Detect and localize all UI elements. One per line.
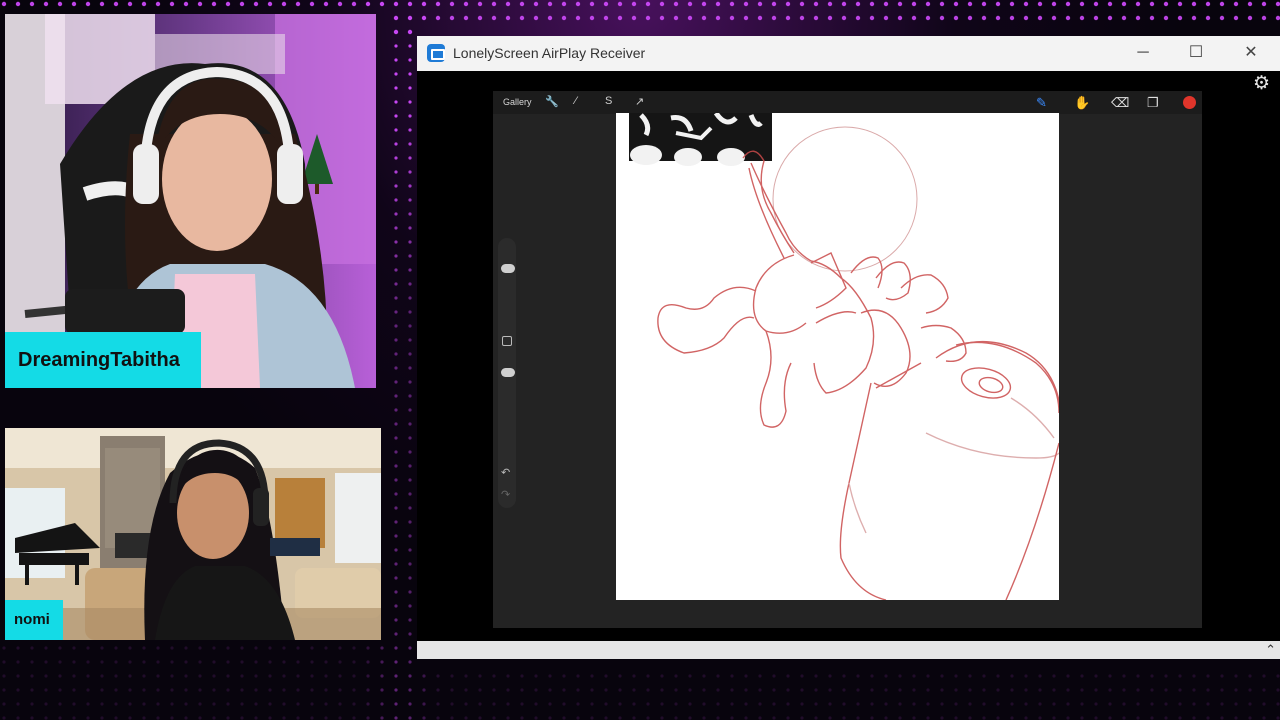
window-titlebar[interactable]: LonelyScreen AirPlay Receiver ─ ☐ ✕: [417, 36, 1280, 71]
undo-button[interactable]: ↶: [501, 466, 510, 479]
color-swatch[interactable]: [1183, 96, 1196, 109]
chevron-up-icon[interactable]: ⌃: [1265, 641, 1276, 659]
gear-icon[interactable]: ⚙: [1253, 74, 1270, 94]
smudge-icon[interactable]: ✋: [1074, 95, 1090, 111]
brush-size-slider[interactable]: [501, 264, 515, 273]
procreate-toolbar: Gallery 🔧 ⁄ S ↗ ✎ ✋ ⌫ ❐: [493, 91, 1202, 114]
magic-wand-icon[interactable]: ⁄: [575, 95, 577, 107]
close-button[interactable]: ✕: [1239, 42, 1263, 64]
layers-icon[interactable]: ❐: [1147, 95, 1159, 111]
selection-icon[interactable]: S: [605, 95, 612, 107]
eraser-icon[interactable]: ⌫: [1111, 95, 1129, 111]
reference-image: [629, 113, 772, 166]
brush-icon[interactable]: ✎: [1036, 95, 1047, 111]
airplay-receiver-window[interactable]: LonelyScreen AirPlay Receiver ─ ☐ ✕ ⚙ Ga…: [417, 36, 1280, 659]
minimize-button[interactable]: ─: [1131, 42, 1155, 64]
stream-overlay: DreamingTabitha nomi LonelyScreen AirPla…: [0, 0, 1280, 720]
modify-button[interactable]: [502, 336, 512, 346]
wrench-icon[interactable]: 🔧: [545, 95, 559, 108]
window-title: LonelyScreen AirPlay Receiver: [453, 45, 646, 61]
webcam-nomi: nomi: [5, 428, 381, 640]
procreate-sidebar: ↶ ↷: [498, 238, 516, 508]
redo-button[interactable]: ↷: [501, 488, 510, 501]
name-tag-nomi: nomi: [5, 600, 63, 640]
gallery-button[interactable]: Gallery: [503, 97, 532, 107]
maximize-button[interactable]: ☐: [1184, 42, 1208, 64]
name-tag-dreamingtabitha: DreamingTabitha: [5, 332, 201, 388]
drawing-canvas[interactable]: [616, 113, 1059, 600]
window-bottom-bar: ⌃: [417, 641, 1280, 659]
webcam-dreamingtabitha: DreamingTabitha: [5, 14, 376, 388]
transform-icon[interactable]: ↗: [635, 95, 644, 108]
airplay-app-icon: [427, 44, 445, 62]
red-sketch: [657, 126, 1059, 600]
procreate-screen-mirror: Gallery 🔧 ⁄ S ↗ ✎ ✋ ⌫ ❐ ↶ ↷: [493, 91, 1202, 628]
opacity-slider[interactable]: [501, 368, 515, 377]
